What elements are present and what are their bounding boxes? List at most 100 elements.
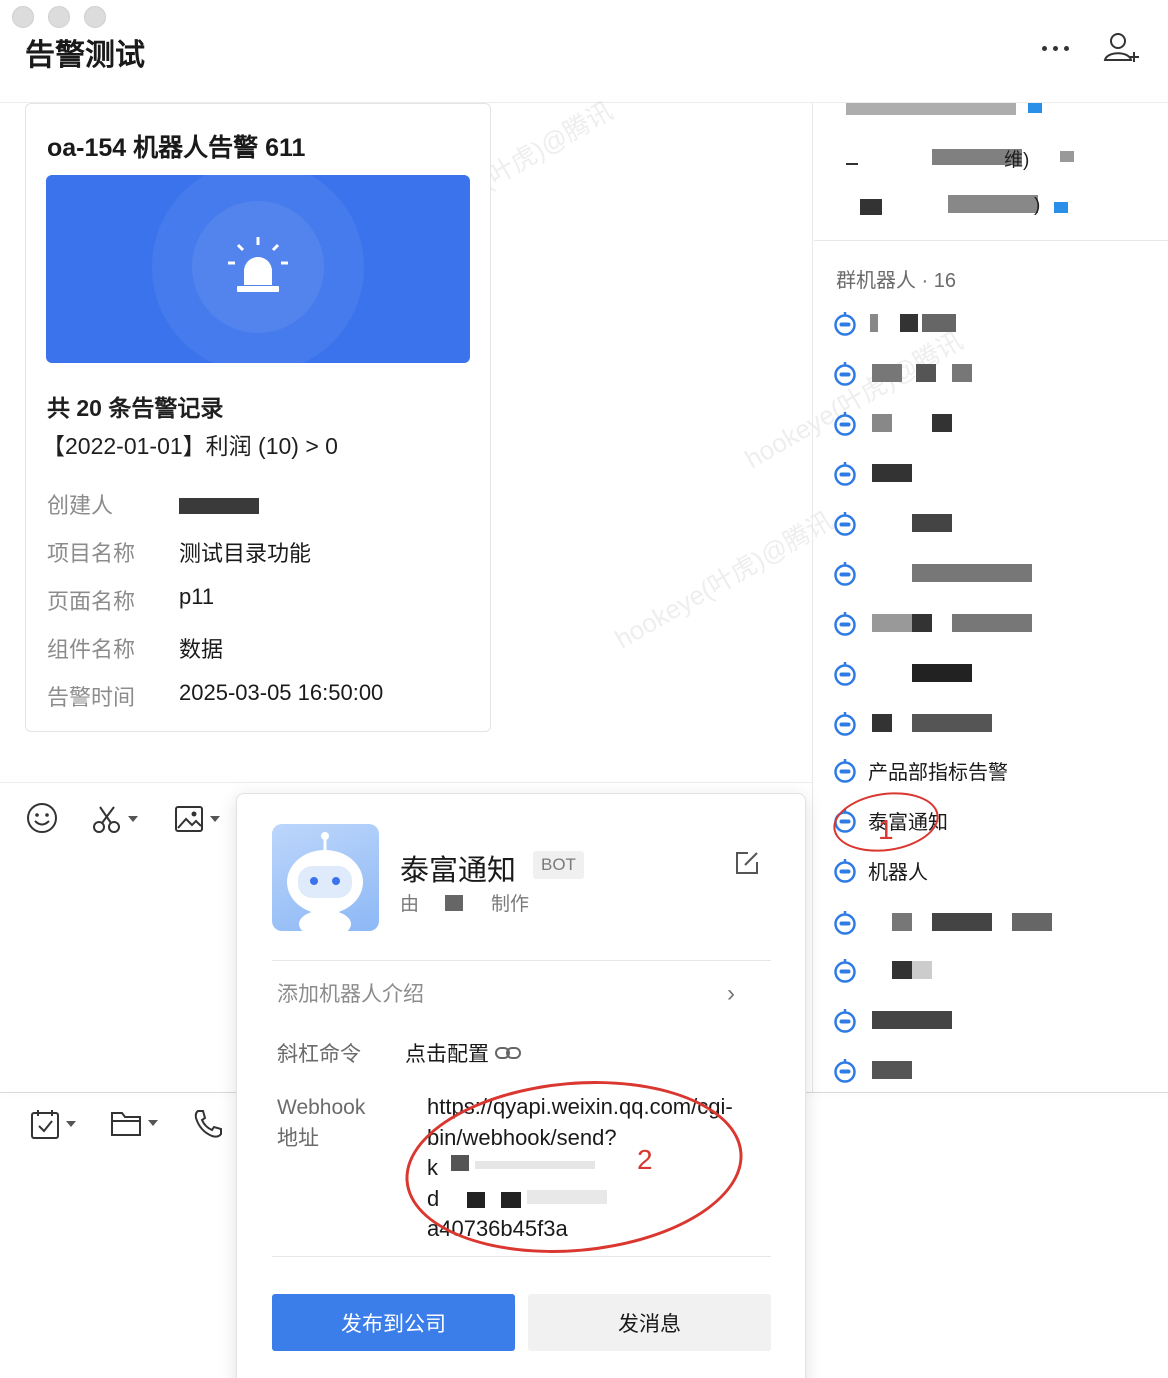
robot-icon[interactable] — [832, 610, 858, 636]
robot-name-redacted — [912, 514, 952, 532]
configure-link[interactable]: 点击配置 — [405, 1038, 489, 1068]
robot-name-redacted — [912, 614, 932, 632]
robot-name-redacted — [872, 1061, 912, 1079]
member-name-partial: 维) — [1004, 150, 1030, 171]
close-window-button[interactable] — [12, 6, 34, 28]
chevron-down-icon[interactable] — [66, 1121, 76, 1127]
member-row[interactable]: ) — [836, 193, 1076, 221]
composer-divider — [0, 782, 812, 783]
field-label: 项目名称 — [47, 541, 136, 566]
robot-name-redacted — [900, 314, 918, 332]
robot-icon[interactable] — [832, 410, 858, 436]
image-button[interactable] — [174, 804, 220, 834]
robot-name-redacted — [912, 664, 972, 682]
more-options-icon[interactable] — [1035, 30, 1075, 66]
screenshot-button[interactable] — [92, 804, 138, 834]
section-divider — [814, 240, 1168, 241]
maker-suffix: 制作 — [491, 894, 530, 915]
phone-icon — [194, 1110, 222, 1138]
call-button[interactable] — [192, 1108, 224, 1140]
robot-icon[interactable] — [832, 710, 858, 736]
robot-name-redacted — [870, 314, 878, 332]
field-label: 创建人 — [47, 493, 114, 518]
robot-icon[interactable] — [832, 1057, 858, 1083]
file-button[interactable] — [110, 1108, 158, 1138]
robot-icon[interactable] — [832, 560, 858, 586]
robot-icon[interactable] — [832, 1007, 858, 1033]
robot-name-redacted — [892, 961, 912, 979]
chat-title: 告警测试 — [25, 39, 145, 72]
bot-info-popup: 泰富通知 BOT 由 制作 添加机器人介绍 › 斜杠命令 点击配置 Webhoo… — [236, 793, 806, 1378]
calendar-check-icon — [31, 1110, 59, 1139]
robot-avatar-icon — [287, 832, 363, 931]
robot-name-redacted — [912, 564, 1032, 582]
robot-name-redacted — [912, 961, 932, 979]
robot-name[interactable]: 产品部指标告警 — [868, 756, 1008, 785]
robot-icon[interactable] — [832, 757, 858, 783]
emoji-icon — [27, 803, 57, 833]
chevron-down-icon[interactable] — [148, 1120, 158, 1126]
robot-icon[interactable] — [832, 360, 858, 386]
add-member-icon[interactable] — [1100, 30, 1144, 66]
card-title: oa-154 机器人告警 611 — [47, 134, 306, 162]
publish-to-company-button[interactable]: 发布到公司 — [272, 1294, 515, 1351]
robot-name-redacted — [872, 714, 892, 732]
slash-command-config[interactable]: 点击配置 — [405, 1038, 521, 1068]
add-intro-link[interactable]: 添加机器人介绍 — [277, 978, 424, 1008]
robot-name-redacted — [912, 714, 992, 732]
scissors-icon — [93, 806, 120, 833]
bot-avatar — [272, 824, 379, 931]
robot-name-redacted — [872, 1011, 952, 1029]
robot-name-redacted — [872, 364, 902, 382]
field-value: 测试目录功能 — [179, 541, 312, 566]
robot-icon[interactable] — [832, 857, 858, 883]
emoji-button[interactable] — [26, 802, 58, 834]
chevron-right-icon[interactable]: › — [727, 980, 735, 1008]
send-message-button[interactable]: 发消息 — [528, 1294, 771, 1351]
robot-name-redacted — [952, 364, 972, 382]
member-panel-divider — [812, 103, 813, 1093]
bot-maker: 由 制作 — [400, 889, 529, 916]
robot-icon[interactable] — [832, 660, 858, 686]
chevron-down-icon[interactable] — [128, 816, 138, 822]
popup-divider — [272, 960, 771, 961]
robot-name-redacted — [872, 464, 912, 482]
bot-name: 泰富通知 — [400, 855, 517, 887]
alert-rule: 【2022-01-01】利润 (10) > 0 — [42, 433, 338, 459]
minimize-window-button[interactable] — [48, 6, 70, 28]
creator-redacted — [179, 494, 259, 520]
robot-icon[interactable] — [832, 460, 858, 486]
field-value: 数据 — [179, 637, 224, 662]
window-controls — [12, 6, 106, 28]
link-icon — [495, 1047, 521, 1059]
member-row[interactable]: 维) — [846, 145, 1086, 171]
robot-icon[interactable] — [832, 510, 858, 536]
bot-badge: BOT — [533, 851, 584, 879]
robot-name-redacted — [1012, 913, 1052, 931]
maker-prefix: 由 — [400, 894, 420, 915]
robot-icon[interactable] — [832, 957, 858, 983]
field-label: 告警时间 — [47, 685, 136, 710]
image-icon — [175, 806, 203, 832]
member-row-partial[interactable] — [836, 103, 1042, 117]
robot-name-redacted — [932, 913, 992, 931]
alert-count: 共 20 条告警记录 — [47, 395, 224, 421]
annotation-number-2: 2 — [637, 1144, 653, 1175]
robot-name-redacted — [872, 414, 892, 432]
chevron-down-icon[interactable] — [210, 816, 220, 822]
zoom-window-button[interactable] — [84, 6, 106, 28]
webhook-label: Webhook 地址 — [277, 1096, 366, 1150]
robot-name-redacted — [892, 913, 912, 931]
todo-button[interactable] — [30, 1108, 76, 1140]
robot-name[interactable]: 机器人 — [868, 856, 928, 885]
maker-redacted — [425, 893, 485, 913]
alert-banner — [46, 175, 470, 363]
popup-divider — [272, 1256, 771, 1257]
alert-message-card[interactable]: oa-154 机器人告警 611 共 20 条告警记录 【2022-01-01】… — [25, 103, 491, 732]
edit-icon[interactable] — [734, 850, 760, 881]
robot-name-redacted — [922, 314, 956, 332]
folder-icon — [111, 1112, 141, 1136]
robot-icon[interactable] — [832, 909, 858, 935]
robot-name-redacted — [932, 414, 952, 432]
robot-icon[interactable] — [832, 310, 858, 336]
